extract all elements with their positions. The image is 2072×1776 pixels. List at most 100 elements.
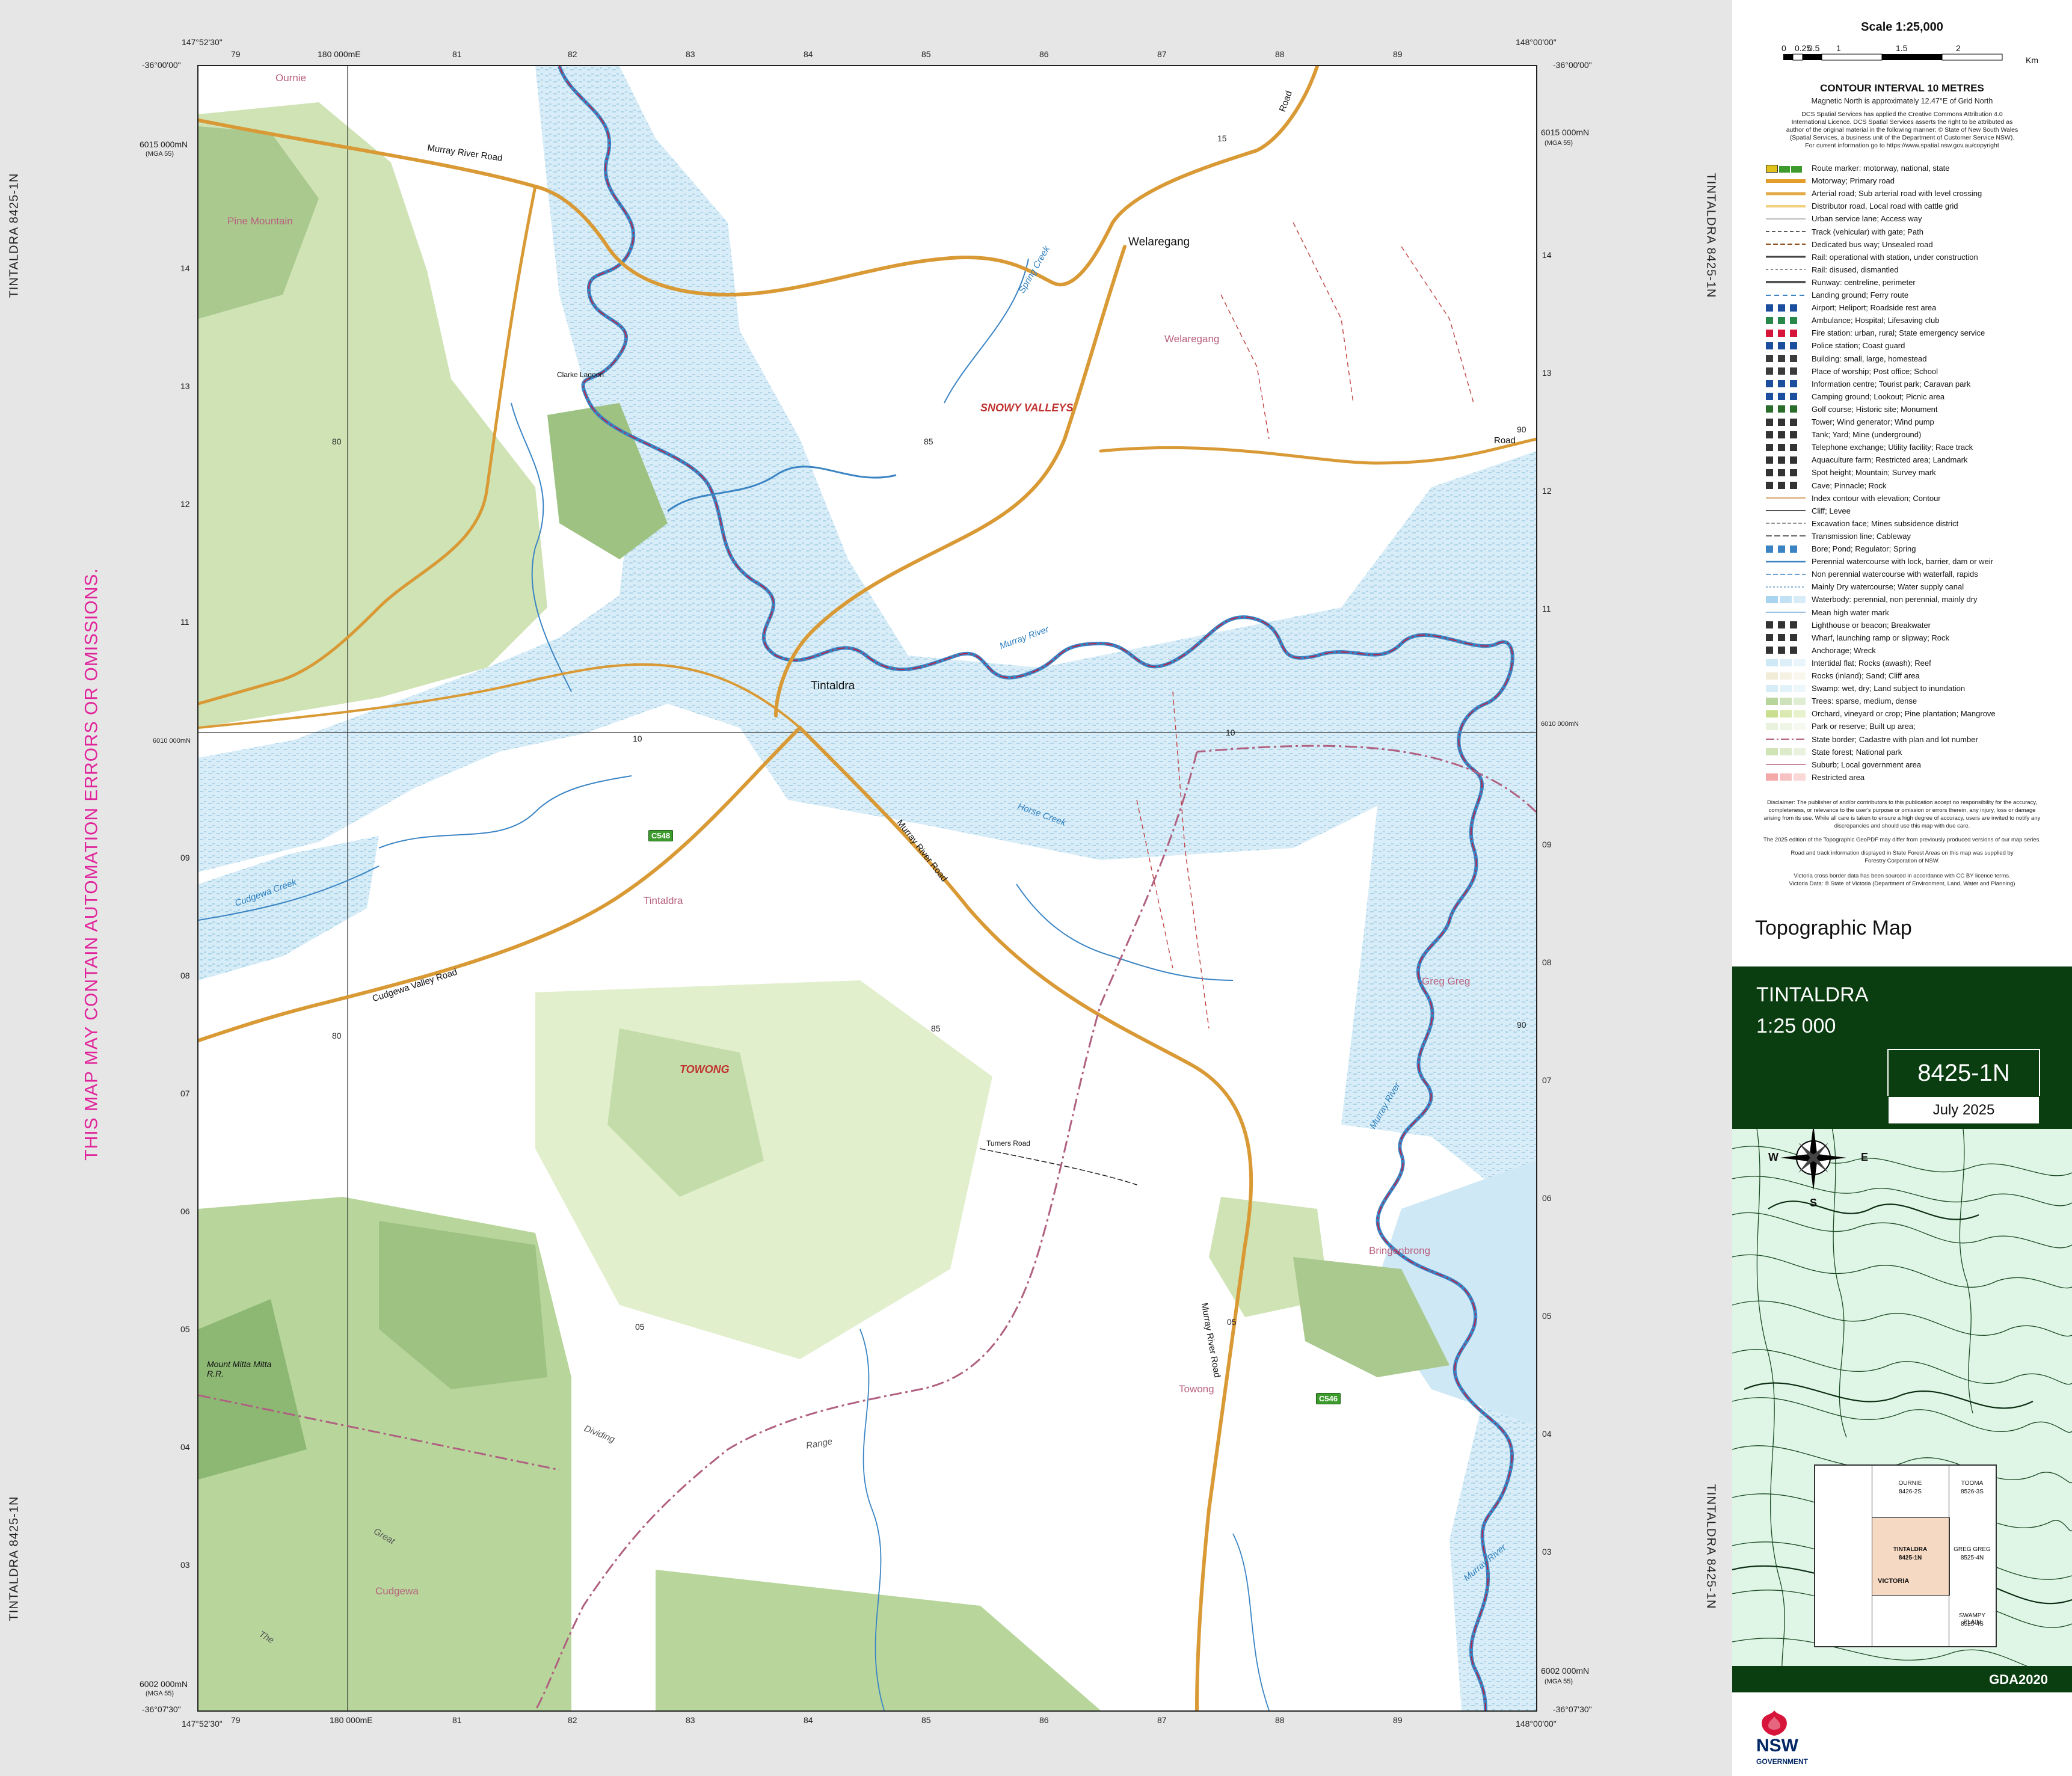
legend-row: Trees: sparse, medium, dense [1766, 695, 1917, 707]
legend-symbol [1766, 431, 1806, 438]
sheet-id-left-top: TINTALDRA 8425-1N [7, 173, 21, 298]
map-name: TINTALDRA [1756, 983, 1869, 1006]
forestry-2: Forestry Corporation of NSW. [1864, 858, 1940, 864]
legend-symbol [1766, 748, 1806, 756]
legend-label: Aquaculture farm; Restricted area; Landm… [1812, 455, 1968, 465]
legend-row: Anchorage; Wreck [1766, 645, 1876, 656]
legend-row: Mean high water mark [1766, 607, 1889, 618]
edge-easting-mark: 180 000mE [318, 49, 361, 59]
government-text: GOVERNMENT [1756, 1757, 1809, 1766]
legend-row: Urban service lane; Access way [1766, 213, 1922, 224]
edge-northing-bottom-right: 6002 000mN [1541, 1666, 1590, 1676]
legend-row: Perennial watercourse with lock, barrier… [1766, 556, 1993, 567]
legend-symbol [1766, 595, 1806, 603]
legend-label: Rocks (inland); Sand; Cliff area [1812, 671, 1920, 680]
northing-right-3: 11 [1542, 604, 1551, 613]
place-tintaldra-town: Tintaldra [811, 680, 855, 692]
legend-label: Building: small, large, homestead [1812, 354, 1927, 363]
legend-row: Route marker: motorway, national, state [1766, 162, 1950, 174]
index-greg: GREG GREG [1954, 1546, 1991, 1553]
place-snowy-valleys: SNOWY VALLEYS [980, 402, 1074, 414]
legend-label: Landing ground; Ferry route [1812, 290, 1909, 300]
legend-symbol [1766, 609, 1806, 616]
sheet-number-box: 8425-1N [1887, 1049, 2040, 1097]
legend-label: Fire station: urban, rural; State emerge… [1812, 328, 1985, 338]
legend-label: Swamp: wet, dry; Land subject to inundat… [1812, 684, 1966, 693]
grid-85a: 85 [924, 437, 933, 446]
compass-w: W [1768, 1151, 1778, 1163]
place-clarke-lagoon: Clarke Lagoon [557, 370, 604, 379]
easting-bottom-8: 88 [1275, 1715, 1285, 1725]
legend-label: Track (vehicular) with gate; Path [1812, 227, 1923, 236]
sheet-index: OURNIE 8426-2S TOOMA 8526-3S TINTALDRA 8… [1814, 1464, 1997, 1647]
map-canvas[interactable] [198, 66, 1536, 1710]
legend-symbol [1766, 722, 1806, 730]
legend-symbol [1766, 190, 1806, 197]
disclaimer-4: discrepancies and should use this map wi… [1834, 823, 1970, 829]
northing-left-5: 08 [180, 971, 190, 980]
place-towong-locality: Towong [1179, 1383, 1214, 1395]
legend-row: Landing ground; Ferry route [1766, 289, 1908, 301]
route-shield-c548: C548 [648, 830, 674, 841]
legend-label: Rail: disused, dismantled [1812, 265, 1899, 274]
legend-symbol [1766, 241, 1806, 248]
legend-symbol [1766, 203, 1806, 210]
index-tintaldra-no: 8425-1N [1898, 1555, 1922, 1561]
legend-row: Camping ground; Lookout; Picnic area [1766, 391, 1944, 402]
legend-row: Orchard, vineyard or crop; Pine plantati… [1766, 708, 1996, 719]
datum: GDA2020 [1989, 1672, 2048, 1687]
edition-note: The 2025 edition of the Topographic GeoP… [1763, 837, 2041, 843]
legend-row: Motorway; Primary road [1766, 175, 1895, 186]
legend-label: Tank; Yard; Mine (underground) [1812, 430, 1922, 440]
vic-1: Victoria cross border data has been sour… [1794, 873, 2011, 879]
northing-left-9: 04 [180, 1442, 190, 1452]
legend-symbol [1766, 367, 1806, 375]
legend-label: Mean high water mark [1812, 607, 1889, 617]
disclaimer-1: Disclaimer: The publisher of and/or cont… [1766, 799, 2037, 806]
legend-row: Police station; Coast guard [1766, 340, 1905, 351]
edge-northing-mid: 6010 000mN [153, 737, 191, 745]
legend-row: Non perennial watercourse with waterfall… [1766, 568, 1978, 580]
legend-row: Excavation face; Mines subsidence distri… [1766, 518, 1958, 529]
edge-bottom-right-lon: 148°00'00" [1516, 1719, 1557, 1728]
scale-tick-3: 1 [1836, 43, 1841, 53]
legend-symbol [1766, 482, 1806, 489]
date: July 2025 [1932, 1102, 1995, 1118]
legend-label: Cave; Pinnacle; Rock [1812, 481, 1887, 490]
scale-tick-2: 0.5 [1808, 43, 1820, 53]
legend-row: Place of worship; Post office; School [1766, 366, 1938, 377]
legend-symbol [1766, 292, 1806, 299]
northing-left-7: 06 [180, 1206, 190, 1216]
northing-right-5: 08 [1542, 957, 1552, 967]
legend-label: Intertidal flat; Rocks (awash); Reef [1812, 658, 1931, 668]
legend-symbol [1766, 393, 1806, 401]
legend-row: Wharf, launching ramp or slipway; Rock [1766, 632, 1949, 644]
legend-row: State forest; National park [1766, 746, 1902, 758]
edge-top-left-lat: -36°00'00" [142, 60, 181, 70]
legend-label: Ambulance; Hospital; Lifesaving club [1812, 316, 1940, 325]
index-ournie: OURNIE [1898, 1480, 1922, 1487]
easting-bottom-3: 83 [686, 1715, 695, 1725]
edge-northing-top-right: 6015 000mN [1541, 128, 1590, 137]
northing-right-6: 07 [1542, 1075, 1552, 1085]
legend-symbol [1766, 647, 1806, 654]
legend-label: Wharf, launching ramp or slipway; Rock [1812, 633, 1950, 642]
easting-top-5: 85 [921, 49, 931, 59]
legend-label: Suburb; Local government area [1812, 760, 1922, 769]
legend-label: Urban service lane; Access way [1812, 214, 1922, 224]
map-frame[interactable]: Ournie Pine Mountain Welaregang Welarega… [197, 65, 1537, 1712]
legend-label: Trees: sparse, medium, dense [1812, 696, 1917, 706]
northing-right-2: 12 [1542, 486, 1552, 496]
legend-row: Tower; Wind generator; Wind pump [1766, 416, 1934, 428]
legend-symbol [1766, 316, 1806, 324]
legend-symbol [1766, 583, 1806, 591]
northing-right-4: 09 [1542, 840, 1552, 849]
grid-05b: 05 [1227, 1317, 1237, 1327]
licence-2: International Licence. DCS Spatial Servi… [1791, 118, 2013, 126]
legend-symbol [1766, 571, 1806, 578]
licence-5[interactable]: For current information go to https://ww… [1732, 142, 2072, 150]
easting-top-3: 83 [686, 49, 695, 59]
legend-row: Bore; Pond; Regulator; Spring [1766, 543, 1916, 555]
easting-top-1: 81 [452, 49, 462, 59]
legend-row: Ambulance; Hospital; Lifesaving club [1766, 315, 1939, 326]
